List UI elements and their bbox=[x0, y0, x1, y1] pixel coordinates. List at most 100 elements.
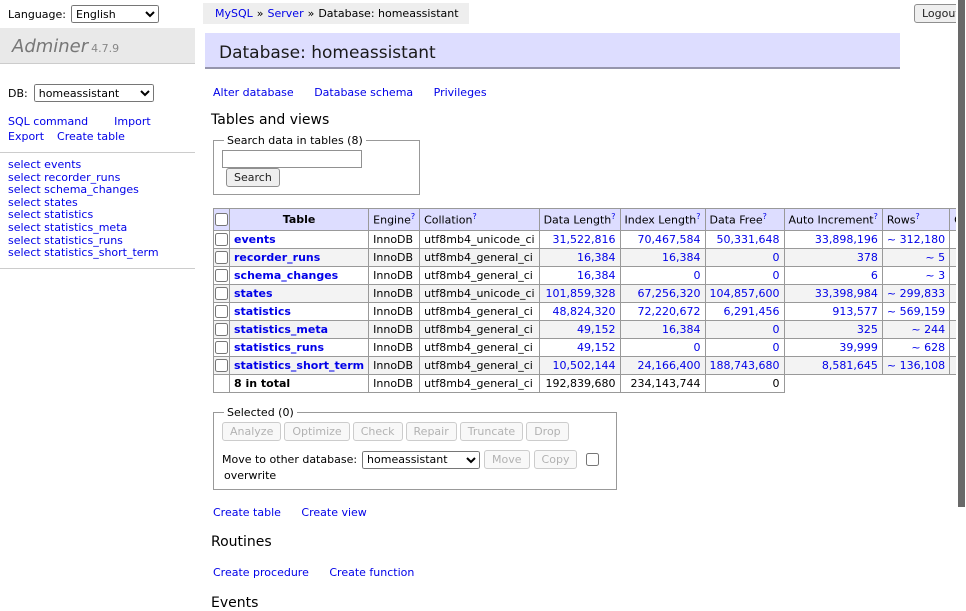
auto-increment-link[interactable]: 8,581,645 bbox=[822, 359, 878, 372]
help-link[interactable]: ? bbox=[472, 212, 476, 221]
table-name-link[interactable]: recorder_runs bbox=[234, 251, 320, 264]
analyze-button[interactable]: Analyze bbox=[222, 422, 281, 441]
create-view-link[interactable]: Create view bbox=[301, 506, 366, 519]
index-length-link[interactable]: 0 bbox=[694, 341, 701, 354]
create-procedure-link[interactable]: Create procedure bbox=[213, 566, 309, 579]
data-free-link[interactable]: 0 bbox=[773, 269, 780, 282]
data-length-link[interactable]: 31,522,816 bbox=[553, 233, 616, 246]
auto-increment-link[interactable]: 325 bbox=[857, 323, 878, 336]
rows-link[interactable]: ~ 136,108 bbox=[887, 359, 945, 372]
move-button[interactable]: Move bbox=[484, 450, 530, 469]
repair-button[interactable]: Repair bbox=[406, 422, 457, 441]
search-input[interactable] bbox=[222, 150, 362, 168]
help-link[interactable]: ? bbox=[874, 212, 878, 221]
table-name-link[interactable]: states bbox=[234, 287, 273, 300]
row-checkbox[interactable] bbox=[215, 359, 228, 372]
data-free-link[interactable]: 0 bbox=[773, 323, 780, 336]
data-free-link[interactable]: 0 bbox=[773, 251, 780, 264]
help-link[interactable]: ? bbox=[611, 212, 615, 221]
data-free-link[interactable]: 6,291,456 bbox=[724, 305, 780, 318]
overwrite-checkbox[interactable] bbox=[586, 453, 599, 466]
index-length-link[interactable]: 24,166,400 bbox=[638, 359, 701, 372]
help-link[interactable]: ? bbox=[411, 212, 415, 221]
index-length-link[interactable]: 0 bbox=[694, 269, 701, 282]
data-length-link[interactable]: 16,384 bbox=[577, 251, 616, 264]
table-name-link[interactable]: schema_changes bbox=[234, 269, 338, 282]
sidebar-link-select-statistics-short-term[interactable]: select statistics_short_term bbox=[8, 247, 195, 260]
data-length-link[interactable]: 10,502,144 bbox=[553, 359, 616, 372]
data-length-link[interactable]: 48,824,320 bbox=[553, 305, 616, 318]
table-name-link[interactable]: statistics_short_term bbox=[234, 359, 364, 372]
table-name-cell: statistics_runs bbox=[230, 339, 369, 357]
check-button[interactable]: Check bbox=[353, 422, 403, 441]
data-free-link[interactable]: 188,743,680 bbox=[710, 359, 780, 372]
auto-increment-link[interactable]: 913,577 bbox=[832, 305, 878, 318]
auto-increment-link[interactable]: 33,398,984 bbox=[815, 287, 878, 300]
db-select[interactable]: homeassistant bbox=[34, 84, 154, 102]
data-length-link[interactable]: 16,384 bbox=[577, 269, 616, 282]
auto-increment-link[interactable]: 39,999 bbox=[839, 341, 878, 354]
optimize-button[interactable]: Optimize bbox=[284, 422, 349, 441]
copy-button[interactable]: Copy bbox=[534, 450, 578, 469]
row-checkbox[interactable] bbox=[215, 287, 228, 300]
rows-link[interactable]: ~ 569,159 bbox=[887, 305, 945, 318]
row-checkbox[interactable] bbox=[215, 269, 228, 282]
database-schema-link[interactable]: Database schema bbox=[314, 86, 413, 99]
select-all-checkbox[interactable] bbox=[215, 213, 228, 226]
data-length-link[interactable]: 49,152 bbox=[577, 323, 616, 336]
create-table-link[interactable]: Create table bbox=[213, 506, 281, 519]
index-length-link[interactable]: 70,467,584 bbox=[638, 233, 701, 246]
export-link[interactable]: Export bbox=[8, 130, 44, 143]
breadcrumb-server-link[interactable]: Server bbox=[268, 7, 304, 20]
sidebar-link-select-statistics-meta[interactable]: select statistics_meta bbox=[8, 222, 195, 235]
move-db-select[interactable]: homeassistant bbox=[362, 451, 480, 469]
adminer-logo[interactable]: Adminer bbox=[12, 36, 88, 57]
table-name-link[interactable]: statistics_meta bbox=[234, 323, 328, 336]
sql-command-link[interactable]: SQL command bbox=[8, 115, 88, 128]
sidebar-link-select-schema-changes[interactable]: select schema_changes bbox=[8, 184, 195, 197]
row-checkbox[interactable] bbox=[215, 323, 228, 336]
table-name-link[interactable]: statistics_runs bbox=[234, 341, 324, 354]
data-free-link[interactable]: 104,857,600 bbox=[710, 287, 780, 300]
row-checkbox[interactable] bbox=[215, 233, 228, 246]
row-checkbox[interactable] bbox=[215, 341, 228, 354]
rows-link[interactable]: ~ 3 bbox=[925, 269, 945, 282]
create-function-link[interactable]: Create function bbox=[329, 566, 414, 579]
auto-increment-link[interactable]: 6 bbox=[871, 269, 878, 282]
row-checkbox[interactable] bbox=[215, 305, 228, 318]
rows-link[interactable]: ~ 299,833 bbox=[887, 287, 945, 300]
vertical-scrollbar[interactable] bbox=[956, 0, 966, 543]
auto-increment-link[interactable]: 378 bbox=[857, 251, 878, 264]
sidebar-link-select-events[interactable]: select events bbox=[8, 159, 195, 172]
import-link[interactable]: Import bbox=[114, 115, 151, 128]
alter-database-link[interactable]: Alter database bbox=[213, 86, 294, 99]
data-free-link[interactable]: 50,331,648 bbox=[717, 233, 780, 246]
rows-link[interactable]: ~ 244 bbox=[911, 323, 945, 336]
index-length-link[interactable]: 16,384 bbox=[662, 251, 701, 264]
rows-link[interactable]: ~ 312,180 bbox=[887, 233, 945, 246]
index-length-link[interactable]: 72,220,672 bbox=[638, 305, 701, 318]
index-length-link[interactable]: 16,384 bbox=[662, 323, 701, 336]
data-free-link[interactable]: 0 bbox=[773, 341, 780, 354]
auto-increment-link[interactable]: 33,898,196 bbox=[815, 233, 878, 246]
scrollbar-thumb[interactable] bbox=[958, 0, 965, 507]
table-row: statistics_runsInnoDButf8mb4_general_ci4… bbox=[214, 339, 966, 357]
table-name-link[interactable]: events bbox=[234, 233, 276, 246]
help-link[interactable]: ? bbox=[696, 212, 700, 221]
index-length-link[interactable]: 67,256,320 bbox=[638, 287, 701, 300]
help-link[interactable]: ? bbox=[915, 212, 919, 221]
breadcrumb-mysql-link[interactable]: MySQL bbox=[215, 7, 253, 20]
language-select[interactable]: English bbox=[71, 5, 159, 23]
rows-link[interactable]: ~ 628 bbox=[911, 341, 945, 354]
privileges-link[interactable]: Privileges bbox=[434, 86, 487, 99]
create-table-link-sidebar[interactable]: Create table bbox=[57, 130, 125, 143]
search-button[interactable]: Search bbox=[226, 168, 280, 187]
table-name-link[interactable]: statistics bbox=[234, 305, 291, 318]
rows-link[interactable]: ~ 5 bbox=[925, 251, 945, 264]
drop-button[interactable]: Drop bbox=[526, 422, 568, 441]
row-checkbox[interactable] bbox=[215, 251, 228, 264]
truncate-button[interactable]: Truncate bbox=[460, 422, 523, 441]
data-length-link[interactable]: 101,859,328 bbox=[546, 287, 616, 300]
data-length-link[interactable]: 49,152 bbox=[577, 341, 616, 354]
help-link[interactable]: ? bbox=[763, 212, 767, 221]
